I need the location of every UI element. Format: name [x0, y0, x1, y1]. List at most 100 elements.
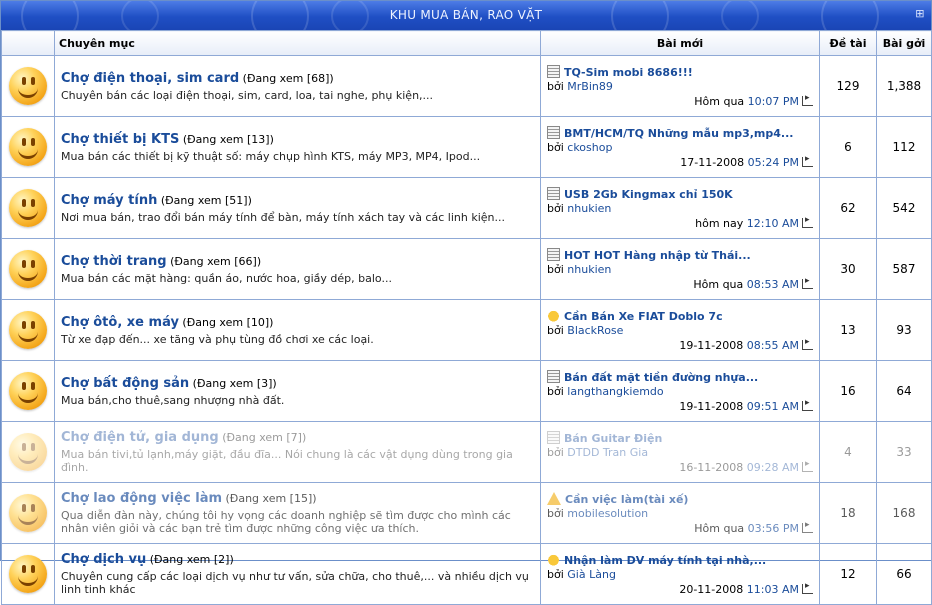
last-post-date: hôm nay — [695, 216, 744, 230]
forum-status-smiley-icon — [9, 189, 47, 227]
last-post-by-label: bởi — [547, 79, 564, 93]
forum-status-cell — [1, 360, 55, 422]
forum-row: Chợ lao động việc làm (Đang xem [15]) Qu… — [1, 482, 932, 544]
post-count: 168 — [876, 482, 932, 544]
forum-description: Chuyên bán các loại điện thoại, sim, car… — [61, 88, 434, 102]
go-to-last-post-icon[interactable] — [802, 276, 813, 289]
forum-status-cell — [1, 482, 55, 544]
last-post-date: 20-11-2008 — [679, 582, 744, 596]
category-title[interactable]: KHU MUA BÁN, RAO VẶT — [390, 8, 543, 22]
document-icon — [547, 430, 560, 444]
post-count: 33 — [876, 421, 932, 483]
last-post-title-link[interactable]: Bán Guitar Điện — [564, 432, 662, 445]
forum-info-cell: Chợ thiết bị KTS (Đang xem [13]) Mua bán… — [54, 116, 541, 178]
last-post-date: Hôm qua — [693, 277, 744, 291]
go-to-last-post-icon[interactable] — [802, 398, 813, 411]
last-post-by-label: bởi — [547, 262, 564, 276]
post-count: 66 — [876, 543, 932, 605]
last-post-user-link[interactable]: Già Làng — [567, 568, 616, 581]
forum-status-smiley-icon — [9, 128, 47, 166]
last-post-cell: Nhận làm DV máy tính tại nhà,... bởi Già… — [540, 543, 820, 605]
last-post-time: 11:03 AM — [746, 582, 799, 596]
forum-category-box: KHU MUA BÁN, RAO VẶT ⊞ Chuyên mục Bài mớ… — [0, 0, 932, 605]
forum-description: Mua bán,cho thuê,sang nhượng nhà đất. — [61, 393, 285, 407]
forum-name-link[interactable]: Chợ thiết bị KTS — [61, 132, 179, 147]
forum-name-link[interactable]: Chợ thời trang — [61, 254, 167, 269]
forum-name-link[interactable]: Chợ dịch vụ — [61, 552, 146, 567]
forum-viewing-count: (Đang xem [51]) — [160, 193, 252, 207]
forum-status-cell — [1, 55, 55, 117]
forum-description: Qua diễn đàn này, chúng tôi hy vọng các … — [61, 509, 511, 535]
last-post-by-label: bởi — [547, 567, 564, 581]
header-swirl-decoration — [331, 1, 369, 30]
go-to-last-post-icon[interactable] — [802, 154, 813, 167]
last-post-title-link[interactable]: HOT HOT Hàng nhập từ Thái... — [564, 249, 751, 262]
forum-name-link[interactable]: Chợ ôtô, xe máy — [61, 315, 179, 330]
last-post-date: 19-11-2008 — [679, 399, 744, 413]
go-to-last-post-icon[interactable] — [802, 215, 813, 228]
thread-count: 13 — [819, 299, 877, 361]
last-post-time: 10:07 PM — [747, 94, 799, 108]
last-post-date: Hôm qua — [694, 94, 745, 108]
go-to-last-post-icon[interactable] — [802, 581, 813, 594]
forum-name-link[interactable]: Chợ bất động sản — [61, 376, 189, 391]
forum-name-link[interactable]: Chợ lao động việc làm — [61, 491, 222, 506]
thread-count: 4 — [819, 421, 877, 483]
forum-description: Chuyên cung cấp các loại dịch vụ như tư … — [61, 570, 529, 596]
last-post-title-link[interactable]: Cần Bán Xe FIAT Doblo 7c — [564, 310, 723, 323]
go-to-last-post-icon[interactable] — [802, 337, 813, 350]
go-to-last-post-icon[interactable] — [802, 93, 813, 106]
go-to-last-post-icon[interactable] — [802, 459, 813, 472]
posts-column-header: Bài gởi — [876, 30, 932, 56]
last-post-user-link[interactable]: mobilesolution — [567, 507, 648, 520]
last-post-cell: Bán đất mặt tiền đường nhựa... bởi langt… — [540, 360, 820, 422]
forum-description: Nơi mua bán, trao đổi bán máy tính để bà… — [61, 210, 505, 224]
last-post-user-link[interactable]: BlackRose — [567, 324, 623, 337]
last-post-time: 03:56 PM — [747, 521, 799, 535]
last-post-user-link[interactable]: nhukien — [567, 202, 611, 215]
forum-table: Chuyên mục Bài mới Đề tài Bài gởi Chợ đi… — [1, 30, 932, 605]
last-post-user-link[interactable]: DTDD Tran Gia — [567, 446, 648, 459]
forum-row: Chợ máy tính (Đang xem [51]) Nơi mua bán… — [1, 177, 932, 239]
forum-list: Chợ điện thoại, sim card (Đang xem [68])… — [1, 55, 932, 605]
document-icon — [547, 247, 560, 261]
last-post-title-link[interactable]: USB 2Gb Kingmax chỉ 150K — [564, 188, 733, 201]
forum-name-link[interactable]: Chợ điện thoại, sim card — [61, 71, 239, 86]
thread-count: 12 — [819, 543, 877, 605]
last-post-time: 12:10 AM — [746, 216, 799, 230]
last-post-date: 16-11-2008 — [679, 460, 744, 474]
forum-status-cell — [1, 421, 55, 483]
last-post-title-link[interactable]: BMT/HCM/TQ Những mẫu mp3,mp4... — [564, 127, 793, 140]
post-count: 542 — [876, 177, 932, 239]
last-post-title-link[interactable]: Bán đất mặt tiền đường nhựa... — [564, 371, 758, 384]
last-post-by-label: bởi — [547, 140, 564, 154]
forum-name-link[interactable]: Chợ máy tính — [61, 193, 157, 208]
go-to-last-post-icon[interactable] — [802, 520, 813, 533]
document-icon — [547, 125, 560, 139]
last-post-title-link[interactable]: Cần việc làm(tài xế) — [565, 493, 688, 506]
last-post-by-label: bởi — [547, 201, 564, 215]
forum-row: Chợ điện tử, gia dụng (Đang xem [7]) Mua… — [1, 421, 932, 483]
last-post-user-link[interactable]: nhukien — [567, 263, 611, 276]
post-count: 112 — [876, 116, 932, 178]
table-header-row: Chuyên mục Bài mới Đề tài Bài gởi — [1, 30, 932, 56]
last-post-user-link[interactable]: MrBin89 — [567, 80, 613, 93]
last-post-user-link[interactable]: ckoshop — [567, 141, 612, 154]
last-post-title-link[interactable]: TQ-Sim mobi 8686!!! — [564, 66, 693, 79]
forum-viewing-count: (Đang xem [3]) — [192, 376, 277, 390]
forum-viewing-count: (Đang xem [13]) — [182, 132, 274, 146]
forum-row: Chợ thiết bị KTS (Đang xem [13]) Mua bán… — [1, 116, 932, 178]
last-post-cell: USB 2Gb Kingmax chỉ 150K bởi nhukien hôm… — [540, 177, 820, 239]
last-post-cell: BMT/HCM/TQ Những mẫu mp3,mp4... bởi ckos… — [540, 116, 820, 178]
last-post-title-link[interactable]: Nhận làm DV máy tính tại nhà,... — [564, 554, 766, 567]
forum-name-link[interactable]: Chợ điện tử, gia dụng — [61, 430, 219, 445]
warning-icon — [547, 491, 561, 505]
last-post-user-link[interactable]: langthangkiemdo — [567, 385, 663, 398]
post-count: 587 — [876, 238, 932, 300]
thread-count: 30 — [819, 238, 877, 300]
icon-column-header — [1, 30, 55, 56]
forum-info-cell: Chợ máy tính (Đang xem [51]) Nơi mua bán… — [54, 177, 541, 239]
forum-info-cell: Chợ ôtô, xe máy (Đang xem [10]) Từ xe đạ… — [54, 299, 541, 361]
collapse-icon[interactable]: ⊞ — [915, 8, 925, 19]
forum-status-cell — [1, 238, 55, 300]
